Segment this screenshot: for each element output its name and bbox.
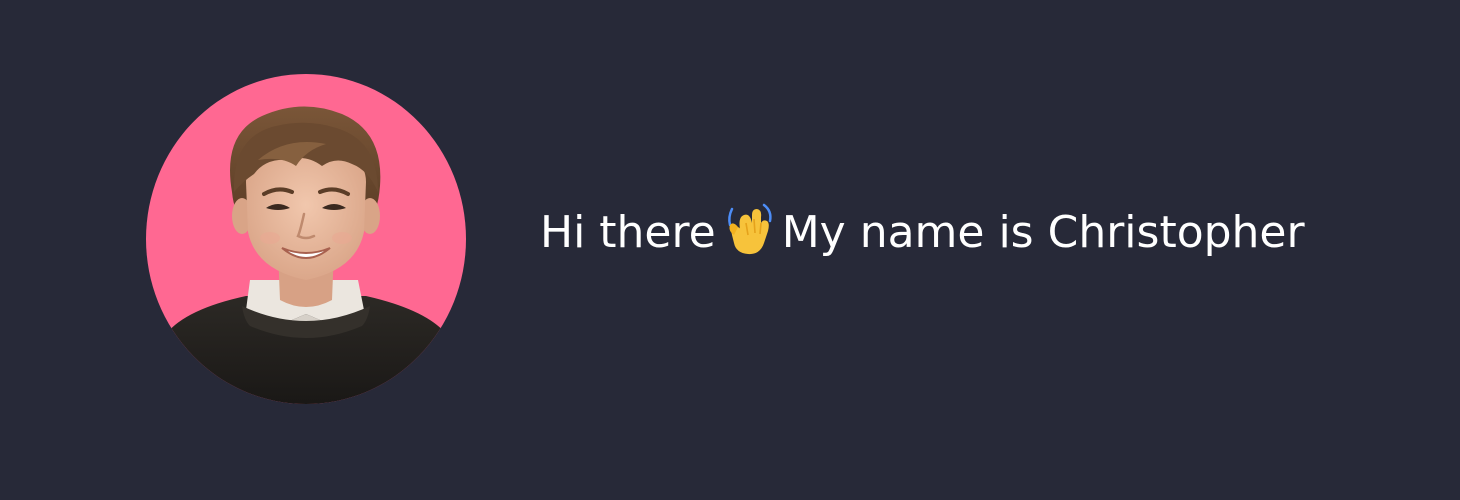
greeting-headline: Hi there My name is Christopher (540, 201, 1305, 265)
greeting-prefix: Hi there (540, 207, 716, 258)
waving-hand-icon (724, 201, 776, 257)
greeting-suffix: My name is Christopher (781, 207, 1305, 258)
profile-banner: Hi there My name is Christopher (0, 0, 1460, 500)
avatar-portrait (146, 74, 466, 404)
avatar (146, 74, 466, 404)
